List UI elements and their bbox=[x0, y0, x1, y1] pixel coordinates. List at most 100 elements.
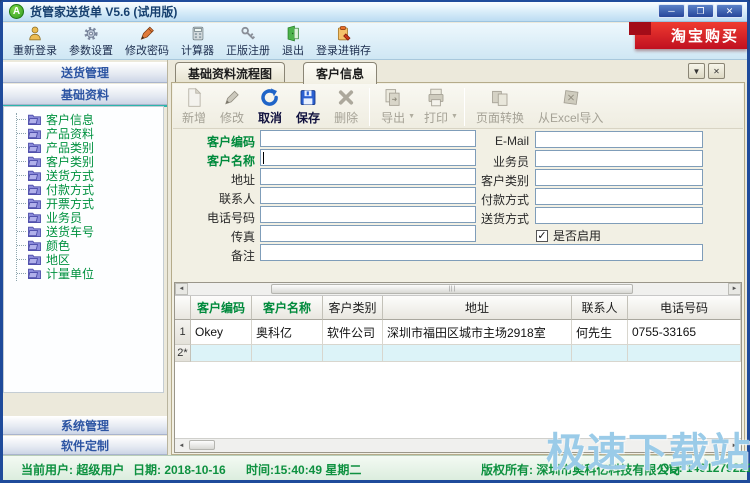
exit-button[interactable]: 退出 bbox=[276, 24, 310, 59]
window-title: 货管家送货单 V5.6 (试用版) bbox=[30, 5, 178, 19]
salesperson-input[interactable] bbox=[535, 150, 703, 167]
change-password-label: 修改密码 bbox=[125, 45, 169, 57]
email-input[interactable] bbox=[535, 131, 703, 148]
relogin-button[interactable]: 重新登录 bbox=[7, 24, 63, 59]
remarks-input[interactable] bbox=[260, 244, 703, 261]
cell-phone[interactable] bbox=[628, 345, 741, 362]
cell-contact[interactable] bbox=[572, 345, 628, 362]
new-button[interactable]: 新增 bbox=[175, 86, 213, 127]
register-button[interactable]: 正版注册 bbox=[220, 24, 276, 59]
scroll-right-icon[interactable]: ► bbox=[728, 440, 741, 452]
delete-button[interactable]: 删除 bbox=[327, 86, 365, 127]
row-number: 1 bbox=[175, 320, 191, 345]
maximize-button[interactable]: ❐ bbox=[687, 4, 714, 18]
scroll-left-icon[interactable]: ◄ bbox=[175, 283, 188, 295]
delivery-method-label: 送货方式 bbox=[480, 212, 529, 226]
close-button[interactable]: ✕ bbox=[716, 4, 743, 18]
address-input[interactable] bbox=[260, 168, 476, 185]
cell-contact[interactable]: 何先生 bbox=[572, 320, 628, 345]
export-label: 导出 bbox=[381, 111, 406, 125]
save-button[interactable]: 保存 bbox=[289, 86, 327, 127]
relogin-label: 重新登录 bbox=[13, 45, 57, 57]
col-phone[interactable]: 电话号码 bbox=[628, 296, 741, 320]
status-qq: QQ: 1491279222 bbox=[660, 461, 750, 475]
sidebar-section-system[interactable]: 系统管理 bbox=[3, 416, 167, 435]
tab-close-button[interactable]: ✕ bbox=[708, 63, 725, 79]
print-button[interactable]: 打印 bbox=[417, 86, 455, 127]
customer-code-input[interactable] bbox=[260, 130, 476, 147]
change-password-button[interactable]: 修改密码 bbox=[119, 24, 175, 59]
col-contact[interactable]: 联系人 bbox=[572, 296, 628, 320]
taobao-buy-banner[interactable]: 淘宝购买 bbox=[635, 22, 747, 49]
export-icon bbox=[385, 89, 400, 106]
minimize-button[interactable]: ─ bbox=[658, 4, 685, 18]
col-customer-category[interactable]: 客户类别 bbox=[323, 296, 383, 320]
sidebar: 送货管理 基础资料 客户信息 产品资料 产品类别 客户类别 送货方式 付款方式 … bbox=[3, 60, 168, 455]
modify-label: 修改 bbox=[220, 111, 245, 125]
print-dropdown-icon[interactable]: ▼ bbox=[451, 113, 458, 120]
delivery-method-input[interactable] bbox=[535, 207, 703, 224]
text-caret bbox=[263, 152, 264, 164]
payment-method-input[interactable] bbox=[535, 188, 703, 205]
cell-phone[interactable]: 0755-33165 bbox=[628, 320, 741, 345]
scroll-right-icon[interactable]: ► bbox=[728, 283, 741, 295]
save-icon bbox=[300, 90, 316, 105]
modify-button[interactable]: 修改 bbox=[213, 86, 251, 127]
exit-label: 退出 bbox=[282, 45, 304, 57]
cell-customer-name[interactable] bbox=[252, 345, 323, 362]
cell-customer-code[interactable] bbox=[191, 345, 252, 362]
cell-customer-name[interactable]: 奥科亿 bbox=[252, 320, 323, 345]
cell-customer-code[interactable]: Okey bbox=[191, 320, 252, 345]
col-address[interactable]: 地址 bbox=[383, 296, 572, 320]
tree-item-unit[interactable]: 计量单位 bbox=[4, 266, 163, 281]
table-new-row[interactable]: 2* bbox=[175, 345, 741, 362]
tree-item-invoice-method[interactable]: 开票方式 bbox=[4, 196, 163, 211]
export-button[interactable]: 导出 bbox=[374, 86, 412, 127]
folder-icon bbox=[27, 212, 41, 223]
tab-dropdown-button[interactable]: ▼ bbox=[688, 63, 705, 79]
table-row[interactable]: 1 Okey 奥科亿 软件公司 深圳市福田区城市主场2918室 何先生 0755… bbox=[175, 320, 741, 345]
export-dropdown-icon[interactable]: ▼ bbox=[408, 113, 415, 120]
table-top-scrollbar[interactable]: ◄ ► ||| bbox=[175, 283, 741, 296]
main-area: 基础资料流程图 客户信息 ▼ ✕ 新增 修改 取消 保存 删除 导出 ▼ 打印 … bbox=[169, 60, 747, 455]
scrollbar-thumb[interactable]: ||| bbox=[271, 284, 634, 294]
customer-category-input[interactable] bbox=[535, 169, 703, 186]
toolbar-separator bbox=[369, 88, 371, 126]
cancel-button[interactable]: 取消 bbox=[251, 86, 289, 127]
sidebar-section-delivery[interactable]: 送货管理 bbox=[3, 62, 167, 83]
status-time: 时间:15:40:49 星期二 bbox=[246, 463, 362, 477]
settings-button[interactable]: 参数设置 bbox=[63, 24, 119, 59]
tab-customer-info[interactable]: 客户信息 bbox=[303, 62, 378, 84]
calculator-button[interactable]: 计算器 bbox=[175, 24, 220, 59]
cell-address[interactable] bbox=[383, 345, 572, 362]
customer-category-label: 客户类别 bbox=[480, 174, 529, 188]
inventory-login-button[interactable]: 登录进销存 bbox=[310, 24, 377, 59]
folder-icon bbox=[27, 142, 41, 153]
tree-item-label: 计量单位 bbox=[46, 266, 95, 281]
sidebar-section-basic-data[interactable]: 基础资料 bbox=[3, 84, 167, 105]
col-customer-code[interactable]: 客户编码 bbox=[191, 296, 252, 320]
salesperson-label: 业务员 bbox=[492, 155, 529, 169]
contact-label: 联系人 bbox=[218, 192, 255, 206]
col-customer-name[interactable]: 客户名称 bbox=[252, 296, 323, 320]
cell-address[interactable]: 深圳市福田区城市主场2918室 bbox=[383, 320, 572, 345]
fax-input[interactable] bbox=[260, 225, 476, 242]
print-label: 打印 bbox=[424, 111, 449, 125]
contact-input[interactable] bbox=[260, 187, 476, 204]
enabled-checkbox[interactable]: 是否启用 bbox=[536, 227, 601, 244]
scroll-left-icon[interactable]: ◄ bbox=[175, 440, 188, 452]
cell-customer-category[interactable]: 软件公司 bbox=[323, 320, 383, 345]
table-bottom-scrollbar[interactable]: ◄ ► bbox=[175, 438, 741, 452]
sidebar-section-custom[interactable]: 软件定制 bbox=[3, 436, 167, 455]
tab-basic-data-flowchart[interactable]: 基础资料流程图 bbox=[175, 62, 286, 83]
customer-name-input[interactable] bbox=[260, 149, 476, 166]
customer-form: 客户编码 客户名称 地址 联系人 电话号码 传真 备注 E-Mail 业务员 客… bbox=[173, 129, 743, 265]
page-convert-button[interactable]: 页面转换 bbox=[469, 86, 531, 127]
cell-customer-category[interactable] bbox=[323, 345, 383, 362]
folder-icon bbox=[27, 198, 41, 209]
phone-input[interactable] bbox=[260, 206, 476, 223]
excel-import-button[interactable]: 从Excel导入 bbox=[531, 86, 610, 127]
tree-item-delivery-vehicle[interactable]: 送货车号 bbox=[4, 224, 163, 239]
email-label: E-Mail bbox=[494, 134, 529, 148]
tree-item-color[interactable]: 颜色 bbox=[4, 238, 163, 253]
